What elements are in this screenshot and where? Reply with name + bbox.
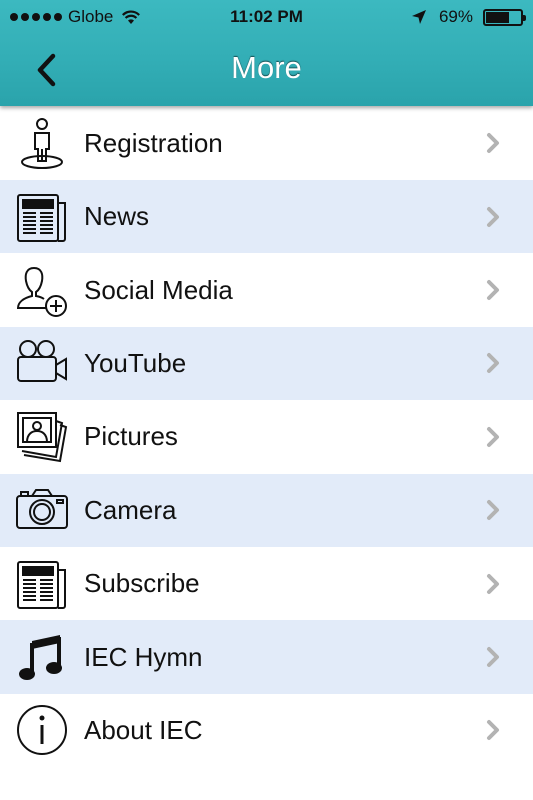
menu-item-label: Pictures	[84, 421, 178, 452]
menu-item-label: Social Media	[84, 274, 233, 305]
menu-item-subscribe[interactable]: Subscribe	[0, 547, 533, 620]
status-right: 69%	[411, 7, 526, 27]
menu-item-pictures[interactable]: Pictures	[0, 400, 533, 473]
location-arrow-icon	[411, 10, 426, 24]
music-note-icon	[14, 629, 70, 685]
chevron-right-icon	[487, 500, 499, 521]
chevron-right-icon	[487, 353, 499, 374]
photos-icon	[14, 409, 70, 465]
chevron-right-icon	[487, 133, 499, 153]
menu-item-iec-hymn[interactable]: IEC Hymn	[0, 620, 533, 694]
chevron-right-icon	[487, 573, 499, 594]
menu-item-youtube[interactable]: YouTube	[0, 326, 533, 401]
menu-item-label: YouTube	[84, 347, 187, 378]
chevron-right-icon	[487, 426, 499, 447]
menu-item-registration[interactable]: Registration	[0, 106, 533, 180]
navigation-bar: More	[0, 36, 533, 106]
menu-item-label: IEC Hymn	[84, 641, 203, 672]
menu-item-news[interactable]: News	[0, 180, 533, 254]
chevron-right-icon	[487, 647, 499, 668]
chevron-right-icon	[487, 720, 499, 741]
person-pedestal-icon	[14, 115, 70, 171]
menu-list: Registration News Social Media YouTube P…	[0, 106, 533, 767]
newspaper-icon	[14, 556, 70, 612]
menu-item-camera[interactable]: Camera	[0, 473, 533, 547]
menu-item-label: Registration	[84, 127, 223, 158]
menu-item-social-media[interactable]: Social Media	[0, 253, 533, 326]
menu-item-label: News	[84, 201, 150, 232]
add-user-icon	[14, 262, 70, 318]
battery-percent: 69%	[438, 7, 473, 26]
header-bar: Globe 11:02 PM 69% More	[0, 0, 533, 106]
menu-item-label: Camera	[84, 494, 177, 525]
menu-item-label: Subscribe	[84, 568, 200, 599]
battery-icon	[483, 8, 526, 26]
video-camera-icon	[14, 335, 70, 391]
status-bar: Globe 11:02 PM 69%	[0, 0, 533, 36]
chevron-right-icon	[487, 280, 499, 301]
menu-item-about-iec[interactable]: About IEC	[0, 694, 533, 767]
menu-item-label: About IEC	[84, 714, 203, 745]
page-title: More	[231, 50, 302, 85]
camera-icon	[14, 482, 70, 538]
newspaper-icon	[14, 189, 70, 245]
info-icon	[14, 702, 70, 758]
chevron-right-icon	[487, 206, 499, 227]
